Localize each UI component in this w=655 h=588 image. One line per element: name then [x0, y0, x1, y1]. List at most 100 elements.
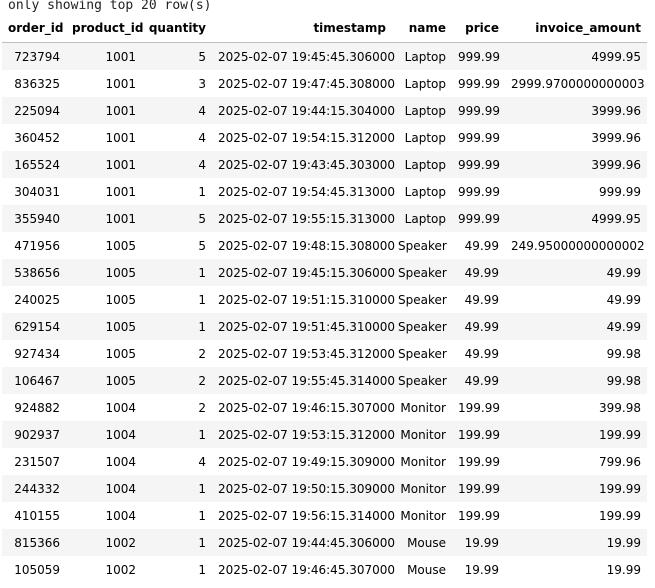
name-cell: Speaker: [392, 286, 452, 313]
table-row: 538656 1005 1 2025-02-07 19:45:15.306000 Spe…: [2, 259, 647, 286]
quantity-cell: 1: [142, 313, 212, 340]
product-id-cell: 1001: [66, 205, 142, 232]
product-id-cell: 1002: [66, 529, 142, 556]
quantity-cell: 1: [142, 259, 212, 286]
quantity-cell: 1: [142, 502, 212, 529]
order-id-cell: 240025: [2, 286, 66, 313]
order-id-cell: 836325: [2, 70, 66, 97]
price-cell: 49.99: [452, 367, 505, 394]
invoice-amount-cell: 49.99: [505, 313, 647, 340]
table-row: 304031 1001 1 2025-02-07 19:54:45.313000 Lap…: [2, 178, 647, 205]
name-cell: Mouse: [392, 529, 452, 556]
table-row: 360452 1001 4 2025-02-07 19:54:15.312000 Lap…: [2, 124, 647, 151]
price-cell: 49.99: [452, 340, 505, 367]
table-row: 815366 1002 1 2025-02-07 19:44:45.306000 Mou…: [2, 529, 647, 556]
product-id-cell: 1001: [66, 151, 142, 178]
product-id-cell: 1001: [66, 97, 142, 124]
timestamp-cell: 2025-02-07 19:51:15.310000: [212, 286, 395, 313]
invoice-amount-cell: 2999.9700000000003: [505, 70, 647, 97]
column-header-timestamp: timestamp: [212, 13, 392, 43]
invoice-amount-cell: 19.99: [505, 556, 647, 583]
product-id-cell: 1001: [66, 178, 142, 205]
timestamp-cell: 2025-02-07 19:49:15.309000: [212, 448, 395, 475]
timestamp-cell: 2025-02-07 19:50:15.309000: [212, 475, 395, 502]
product-id-cell: 1001: [66, 42, 142, 70]
order-id-cell: 927434: [2, 340, 66, 367]
timestamp-cell: 2025-02-07 19:46:45.307000: [212, 556, 395, 583]
column-header-order-id: order_id: [2, 13, 66, 43]
price-cell: 49.99: [452, 232, 505, 259]
quantity-cell: 5: [142, 42, 212, 70]
order-id-cell: 360452: [2, 124, 66, 151]
quantity-cell: 1: [142, 529, 212, 556]
timestamp-cell: 2025-02-07 19:51:45.310000: [212, 313, 395, 340]
order-id-cell: 902937: [2, 421, 66, 448]
name-cell: Monitor: [392, 475, 452, 502]
product-id-cell: 1005: [66, 340, 142, 367]
column-header-product-id: product_id: [66, 13, 143, 43]
product-id-cell: 1004: [66, 475, 142, 502]
price-cell: 49.99: [452, 313, 505, 340]
name-cell: Speaker: [392, 313, 452, 340]
price-cell: 999.99: [452, 151, 505, 178]
quantity-cell: 5: [142, 205, 212, 232]
name-cell: Speaker: [392, 340, 452, 367]
quantity-cell: 2: [142, 367, 212, 394]
table-row: 105059 1002 1 2025-02-07 19:46:45.307000 Mou…: [2, 556, 647, 583]
invoice-amount-cell: 4999.95: [505, 42, 647, 70]
product-id-cell: 1005: [66, 286, 142, 313]
table-row: 240025 1005 1 2025-02-07 19:51:15.310000 Spe…: [2, 286, 647, 313]
invoice-amount-cell: 3999.96: [505, 124, 647, 151]
order-id-cell: 723794: [2, 42, 66, 70]
name-cell: Mouse: [392, 556, 452, 583]
quantity-cell: 1: [142, 475, 212, 502]
invoice-amount-cell: 199.99: [505, 475, 647, 502]
timestamp-cell: 2025-02-07 19:54:15.312000: [212, 124, 395, 151]
quantity-cell: 5: [142, 232, 212, 259]
table-row: 836325 1001 3 2025-02-07 19:47:45.308000 Lap…: [2, 70, 647, 97]
quantity-cell: 2: [142, 340, 212, 367]
name-cell: Laptop: [392, 97, 452, 124]
name-cell: Laptop: [392, 205, 452, 232]
invoice-amount-cell: 249.95000000000002: [505, 232, 647, 259]
name-cell: Speaker: [392, 259, 452, 286]
invoice-amount-cell: 4999.95: [505, 205, 647, 232]
invoice-amount-cell: 199.99: [505, 502, 647, 529]
order-id-cell: 815366: [2, 529, 66, 556]
quantity-cell: 4: [142, 97, 212, 124]
table-row: 924882 1004 2 2025-02-07 19:46:15.307000 Mon…: [2, 394, 647, 421]
table-row: 165524 1001 4 2025-02-07 19:43:45.303000 Lap…: [2, 151, 647, 178]
table-row: 225094 1001 4 2025-02-07 19:44:15.304000 Lap…: [2, 97, 647, 124]
order-id-cell: 471956: [2, 232, 66, 259]
price-cell: 199.99: [452, 421, 505, 448]
product-id-cell: 1005: [66, 367, 142, 394]
table-row: 927434 1005 2 2025-02-07 19:53:45.312000 Spe…: [2, 340, 647, 367]
table-body: 723794 1001 5 2025-02-07 19:45:45.306000 Lap…: [2, 42, 647, 583]
quantity-cell: 1: [142, 286, 212, 313]
product-id-cell: 1005: [66, 259, 142, 286]
quantity-cell: 1: [142, 421, 212, 448]
order-id-cell: 538656: [2, 259, 66, 286]
name-cell: Laptop: [392, 42, 452, 70]
timestamp-cell: 2025-02-07 19:45:45.306000: [212, 42, 395, 70]
product-id-cell: 1004: [66, 394, 142, 421]
timestamp-cell: 2025-02-07 19:46:15.307000: [212, 394, 395, 421]
name-cell: Monitor: [392, 394, 452, 421]
invoice-amount-cell: 999.99: [505, 178, 647, 205]
product-id-cell: 1005: [66, 232, 142, 259]
column-header-invoice-amount: invoice_amount: [505, 13, 647, 43]
invoice-amount-cell: 3999.96: [505, 97, 647, 124]
timestamp-cell: 2025-02-07 19:44:15.304000: [212, 97, 395, 124]
table-row: 471956 1005 5 2025-02-07 19:48:15.308000 Spe…: [2, 232, 647, 259]
timestamp-cell: 2025-02-07 19:48:15.308000: [212, 232, 395, 259]
quantity-cell: 4: [142, 124, 212, 151]
output-notice: only showing top 20 row(s): [8, 0, 212, 13]
timestamp-cell: 2025-02-07 19:47:45.308000: [212, 70, 395, 97]
invoice-amount-cell: 199.99: [505, 421, 647, 448]
order-id-cell: 410155: [2, 502, 66, 529]
quantity-cell: 1: [142, 178, 212, 205]
product-id-cell: 1001: [66, 124, 142, 151]
price-cell: 49.99: [452, 286, 505, 313]
order-id-cell: 231507: [2, 448, 66, 475]
column-header-quantity: quantity: [142, 13, 212, 43]
